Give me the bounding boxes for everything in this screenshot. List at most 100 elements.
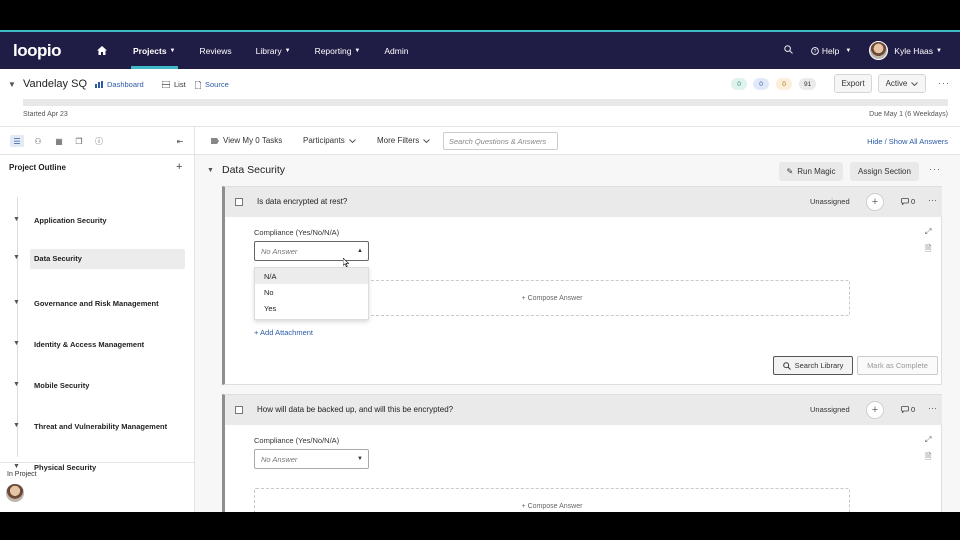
dropdown-option-na[interactable]: N/A: [255, 268, 368, 284]
comment-count: 0: [911, 197, 916, 206]
question-header: How will data be backed up, and will thi…: [225, 395, 942, 425]
compliance-select[interactable]: No Answer ▼: [254, 449, 369, 469]
dropdown-option-yes[interactable]: Yes: [255, 300, 368, 316]
view-my-tasks-filter[interactable]: View My 0 Tasks: [211, 136, 282, 145]
outline-item-label: Governance and Risk Management: [34, 299, 159, 308]
dashboard-link[interactable]: Dashboard: [95, 80, 144, 89]
chevron-down-icon[interactable]: ▼: [13, 254, 20, 261]
add-attachment-link[interactable]: + Add Attachment: [254, 328, 313, 337]
question-checkbox[interactable]: [235, 406, 243, 414]
project-progress-bar: [23, 99, 948, 106]
attachment-file-icon[interactable]: 🗎: [925, 243, 931, 257]
mark-complete-button[interactable]: Mark as Complete: [857, 356, 938, 375]
outline-item-governance[interactable]: ▼ Governance and Risk Management: [0, 294, 195, 314]
select-placeholder: No Answer: [261, 247, 298, 256]
chevron-down-icon[interactable]: ▼: [13, 422, 20, 429]
outline-view-icon[interactable]: ☰: [10, 135, 24, 147]
status-badge-in-progress[interactable]: 0: [776, 78, 792, 90]
nav-reviews[interactable]: Reviews: [200, 32, 232, 69]
user-menu[interactable]: Kyle Haas ▼: [894, 46, 942, 56]
caret-up-icon: ▲: [357, 248, 363, 254]
assign-section-button[interactable]: Assign Section: [850, 162, 919, 181]
comment-count: 0: [911, 405, 916, 414]
add-assignee-icon[interactable]: +: [866, 193, 884, 211]
project-status-dropdown[interactable]: Active: [878, 74, 926, 93]
status-badge-review[interactable]: 0: [753, 78, 769, 90]
question-checkbox[interactable]: [235, 198, 243, 206]
chevron-down-icon[interactable]: ▼: [13, 340, 20, 347]
compliance-select[interactable]: No Answer ▲: [254, 241, 369, 261]
dropdown-option-no[interactable]: No: [255, 284, 368, 300]
help-label: Help: [821, 45, 840, 56]
export-button[interactable]: Export: [834, 74, 872, 93]
collapse-chevron-icon[interactable]: ▼: [8, 80, 16, 89]
chevron-down-icon[interactable]: ▼: [13, 216, 20, 223]
participant-avatar[interactable]: [6, 484, 24, 502]
loopio-logo[interactable]: loopio: [13, 41, 75, 61]
outline-item-label: Mobile Security: [34, 381, 90, 390]
status-badge-complete[interactable]: 0: [731, 78, 747, 90]
outline-item-data-security[interactable]: ▼ Data Security: [0, 249, 195, 269]
more-filters[interactable]: More Filters: [377, 136, 431, 145]
outline-item-identity-access[interactable]: ▼ Identity & Access Management: [0, 335, 195, 355]
search-library-button[interactable]: Search Library: [773, 356, 853, 375]
participants-filter[interactable]: Participants: [303, 136, 356, 145]
filter-bar: View My 0 Tasks Participants More Filter…: [195, 127, 960, 155]
assignee-label[interactable]: Unassigned: [810, 405, 850, 414]
search-icon[interactable]: [784, 45, 793, 56]
attachment-file-icon[interactable]: 🗎: [925, 451, 931, 465]
people-icon[interactable]: ⚇: [31, 135, 45, 147]
copy-icon[interactable]: ❐: [72, 135, 86, 147]
search-icon: [782, 361, 791, 370]
nav-projects[interactable]: Projects ▼: [131, 32, 177, 69]
run-magic-button[interactable]: ✎ Run Magic: [779, 162, 843, 181]
expand-icon[interactable]: ⤢: [925, 227, 931, 237]
collapse-sidebar-icon[interactable]: ⇤: [173, 135, 187, 147]
compliance-label: Compliance (Yes/No/N/A): [254, 436, 340, 445]
calendar-icon[interactable]: ▦: [52, 135, 66, 147]
mouse-cursor-icon: [343, 258, 349, 267]
add-assignee-icon[interactable]: +: [866, 401, 884, 419]
section-collapse-chevron-icon[interactable]: ▼: [207, 167, 214, 174]
search-questions-input[interactable]: Search Questions & Answers: [443, 132, 558, 150]
list-view-link[interactable]: List: [162, 80, 186, 89]
nav-admin-label: Admin: [384, 45, 409, 56]
nav-library[interactable]: Library ▼: [256, 32, 291, 69]
nav-projects-label: Projects: [133, 45, 167, 56]
caret-down-icon: ▼: [936, 47, 942, 54]
outline-item-threat-vulnerability[interactable]: ▼ Threat and Vulnerability Management: [0, 417, 195, 437]
chevron-down-icon[interactable]: ▼: [13, 299, 20, 306]
caret-down-icon: ▼: [357, 456, 363, 462]
user-avatar[interactable]: [869, 41, 889, 60]
hide-show-answers-link[interactable]: Hide / Show All Answers: [867, 137, 948, 146]
nav-admin[interactable]: Admin: [384, 32, 408, 69]
info-icon[interactable]: ⓘ: [92, 135, 106, 147]
more-options-icon[interactable]: ···: [938, 78, 950, 88]
chevron-down-icon[interactable]: ▼: [13, 463, 20, 470]
project-status-label: Active: [885, 79, 908, 88]
svg-text:?: ?: [813, 48, 816, 54]
outline-item-mobile-security[interactable]: ▼ Mobile Security: [0, 376, 195, 396]
nav-reviews-label: Reviews: [199, 45, 232, 56]
status-badge-open[interactable]: 91: [799, 78, 817, 90]
section-more-icon[interactable]: ···: [929, 164, 941, 174]
home-icon[interactable]: [95, 45, 109, 57]
comments-button[interactable]: 0: [901, 405, 915, 414]
chevron-down-icon[interactable]: ▼: [13, 381, 20, 388]
compose-answer-area[interactable]: + Compose Answer: [254, 488, 850, 512]
source-link[interactable]: Source: [195, 80, 229, 89]
help-menu[interactable]: ? Help ▼: [811, 46, 851, 56]
nav-reporting[interactable]: Reporting ▼: [315, 32, 361, 69]
tag-icon: [211, 137, 219, 144]
outline-item-label: Application Security: [34, 216, 107, 225]
comment-icon: [901, 406, 909, 413]
question-more-icon[interactable]: ···: [928, 403, 937, 413]
source-label: Source: [205, 80, 229, 89]
assignee-label[interactable]: Unassigned: [810, 197, 850, 206]
expand-icon[interactable]: ⤢: [925, 435, 931, 445]
section-title: Data Security: [222, 164, 286, 176]
question-more-icon[interactable]: ···: [928, 195, 937, 205]
add-section-icon[interactable]: +: [176, 161, 182, 173]
comments-button[interactable]: 0: [901, 197, 915, 206]
outline-item-application-security[interactable]: ▼ Application Security: [0, 211, 195, 231]
